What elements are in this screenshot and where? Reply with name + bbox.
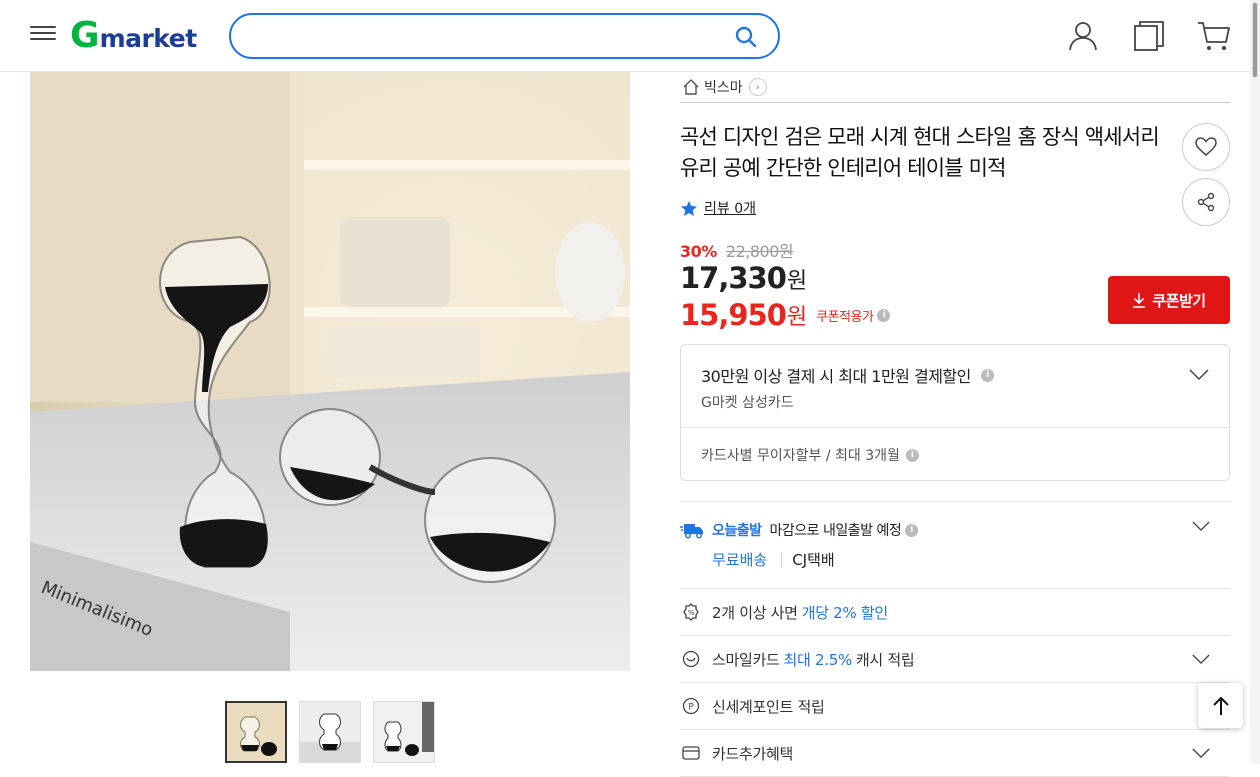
original-price: 22,800원 <box>725 242 794 261</box>
bulk-discount-row[interactable]: % 2개 이상 사면 개당 2% 할인 <box>680 589 1230 636</box>
card-discount-title-row: 30만원 이상 결제 시 최대 1만원 결제할인 i <box>701 363 994 387</box>
thumbnail-1[interactable] <box>225 701 287 763</box>
product-info: 빅스마 › 곡선 디자인 검은 모래 시계 현대 스타일 홈 장식 액세서리 유… <box>680 72 1230 777</box>
coupon-price-unit: 원 <box>786 305 808 330</box>
shipping-deadline: 마감으로 내일출발 예정 <box>769 523 902 539</box>
home-icon[interactable] <box>682 78 700 96</box>
carrier-name: CJ택배 <box>792 551 835 569</box>
scrollbar-thumb[interactable] <box>1252 2 1258 78</box>
share-button[interactable] <box>1182 178 1230 226</box>
card-name: G마켓 삼성카드 <box>701 395 794 411</box>
logo-text: market <box>99 23 198 53</box>
coupon-price: 15,950 원 쿠폰적용가 i <box>680 298 891 332</box>
shipping-section: 오늘출발 마감으로 내일출발 예정 i 무료배송 CJ택배 <box>680 501 1230 589</box>
bulk-discount-highlight: 개당 2% 할인 <box>801 603 888 622</box>
coupon-button-label: 쿠폰받기 <box>1152 292 1206 310</box>
gmarket-logo[interactable]: G market <box>70 18 197 54</box>
sale-price-unit: 원 <box>786 269 807 294</box>
coupon-applied-text: 쿠폰적용가 <box>816 309 874 325</box>
thumbnail-3[interactable] <box>373 701 435 763</box>
chevron-down-icon[interactable] <box>1189 369 1209 381</box>
card-discount-title: 30만원 이상 결제 시 최대 1만원 결제할인 <box>701 367 971 386</box>
card-icon <box>680 742 702 764</box>
coupon-download-button[interactable]: 쿠폰받기 <box>1108 276 1230 324</box>
info-icon[interactable]: i <box>980 368 994 382</box>
smile-card-highlight: 최대 2.5% <box>783 650 853 669</box>
svg-text:P: P <box>688 703 694 713</box>
sale-price: 17,330원 <box>680 262 890 298</box>
smile-card-row[interactable]: 스마일카드 최대 2.5% 캐시 적립 <box>680 636 1230 683</box>
thumbnail-2[interactable] <box>299 701 361 763</box>
wishlist-button[interactable] <box>1182 123 1230 171</box>
product-title: 곡선 디자인 검은 모래 시계 현대 스타일 홈 장식 액세서리 유리 공예 간… <box>680 125 1160 180</box>
card-extra-benefit-row[interactable]: 카드추가혜택 <box>680 730 1230 777</box>
arrow-up-icon <box>1212 696 1229 715</box>
divider <box>781 552 783 567</box>
chevron-down-icon[interactable] <box>1192 654 1210 665</box>
share-icon <box>1197 192 1215 212</box>
download-icon <box>1133 293 1146 308</box>
smile-icon <box>680 648 702 670</box>
coupon-applied-label: 쿠폰적용가 i <box>816 306 891 325</box>
chevron-down-icon[interactable] <box>1192 748 1210 759</box>
cart-icon[interactable] <box>1197 20 1231 52</box>
menu-icon[interactable] <box>30 22 56 48</box>
info-icon[interactable]: i <box>905 523 919 537</box>
installment-text: 카드사별 무이자할부 / 최대 3개월 <box>701 448 900 464</box>
percent-tag-icon: % <box>680 601 702 623</box>
heart-icon <box>1195 137 1217 156</box>
shop-breadcrumb: 빅스마 › <box>680 72 1230 103</box>
truck-icon <box>680 524 703 539</box>
free-shipping-label: 무료배송 <box>712 551 768 569</box>
shipping-detail-row: 무료배송 CJ택배 <box>712 549 835 570</box>
search-input[interactable] <box>251 23 721 49</box>
today-shipping-label: 오늘출발 <box>712 523 762 539</box>
divider <box>681 427 1229 428</box>
search-box <box>229 13 780 59</box>
smile-card-suffix: 캐시 적립 <box>855 650 915 669</box>
search-icon[interactable] <box>734 25 758 49</box>
info-icon[interactable]: i <box>905 448 919 462</box>
user-icon[interactable] <box>1067 20 1099 52</box>
review-row: 리뷰 0개 <box>680 198 756 218</box>
chevron-down-icon[interactable] <box>1192 521 1210 532</box>
shinsegae-point-row[interactable]: P 신세계포인트 적립 <box>680 683 1230 730</box>
scroll-to-top-button[interactable] <box>1198 683 1243 728</box>
card-discount-box: 30만원 이상 결제 시 최대 1만원 결제할인 i G마켓 삼성카드 카드사별… <box>680 344 1230 481</box>
product-main-image: Minimalisimo <box>30 72 630 671</box>
review-link[interactable]: 리뷰 0개 <box>704 198 756 218</box>
card-extra-benefit-label: 카드추가혜택 <box>712 744 794 763</box>
chevron-right-icon[interactable]: › <box>748 78 767 96</box>
svg-text:%: % <box>688 609 695 617</box>
discount-rate: 30% <box>680 242 717 261</box>
bulk-discount-text: 2개 이상 사면 <box>712 603 798 622</box>
top-header: G market <box>0 0 1260 72</box>
installment-row: 카드사별 무이자할부 / 최대 3개월 i <box>701 445 919 465</box>
price-block: 30% 22,800원 17,330원 15,950 원 쿠폰적용가 i <box>680 238 891 332</box>
shinsegae-point-label: 신세계포인트 적립 <box>712 697 825 716</box>
page-scrollbar[interactable] <box>1250 0 1260 764</box>
star-icon <box>681 200 697 216</box>
thumbnail-list <box>225 701 435 763</box>
point-icon: P <box>680 695 702 717</box>
smile-card-label: 스마일카드 <box>712 650 780 669</box>
shop-name[interactable]: 빅스마 <box>704 77 743 97</box>
coupon-price-number: 15,950 <box>680 298 787 332</box>
shipping-row: 오늘출발 마감으로 내일출발 예정 i <box>680 520 919 540</box>
sale-price-number: 17,330 <box>680 261 787 295</box>
recent-items-icon[interactable] <box>1133 20 1165 52</box>
logo-g: G <box>70 15 100 56</box>
info-icon[interactable]: i <box>877 308 891 322</box>
